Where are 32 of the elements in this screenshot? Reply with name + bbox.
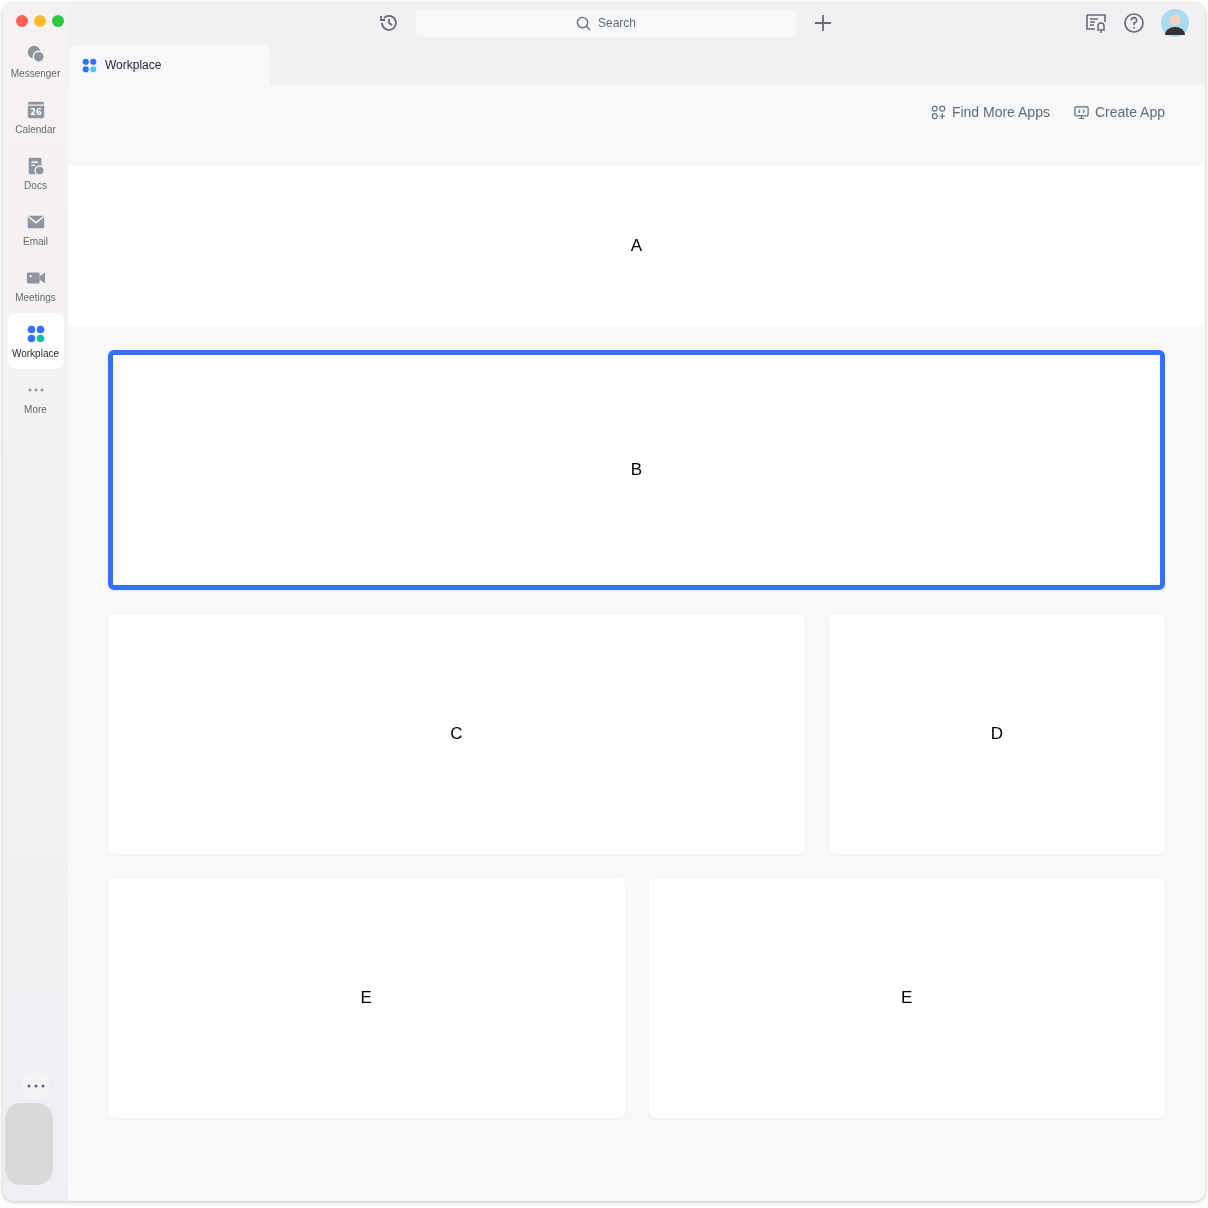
toolbar-button[interactable]: Find More Apps [930,104,1050,120]
sidebar-item[interactable]: Workplace [7,313,64,369]
sidebar-item[interactable]: 26 Calendar [7,89,64,145]
sidebar-item[interactable]: More [7,369,64,425]
plus-icon[interactable] [812,12,834,34]
chat-bubbles-icon [25,43,46,64]
card-label: E [360,988,372,1008]
close-button[interactable] [16,15,28,27]
toolbar-button[interactable]: Create App [1073,104,1165,120]
sidebar-item[interactable]: Messenger [7,33,64,89]
panel-label: A [630,236,643,256]
four-dots-icon [25,323,46,344]
four-dots-icon [82,57,97,73]
calendar-icon: 26 [25,99,46,120]
card-label: C [450,724,463,744]
card-label: D [990,724,1003,744]
apps-plus-icon [930,104,946,120]
avatar[interactable] [1161,9,1189,37]
search-field[interactable]: Search [416,9,796,37]
notification-list-icon[interactable] [1085,12,1107,34]
tab[interactable]: Workplace [70,45,270,85]
sidebar-item[interactable]: Meetings [7,257,64,313]
history-icon[interactable] [378,12,400,34]
help-icon[interactable] [1123,12,1145,34]
card-label: E [901,988,913,1008]
sidebar-item[interactable]: Email [7,201,64,257]
ellipsis-icon [27,387,44,392]
card-label: B [630,460,643,480]
sidebar-item[interactable]: Docs [7,145,64,201]
ellipsis-icon [25,1083,46,1089]
code-monitor-icon [1073,104,1089,120]
search-icon [576,15,591,31]
